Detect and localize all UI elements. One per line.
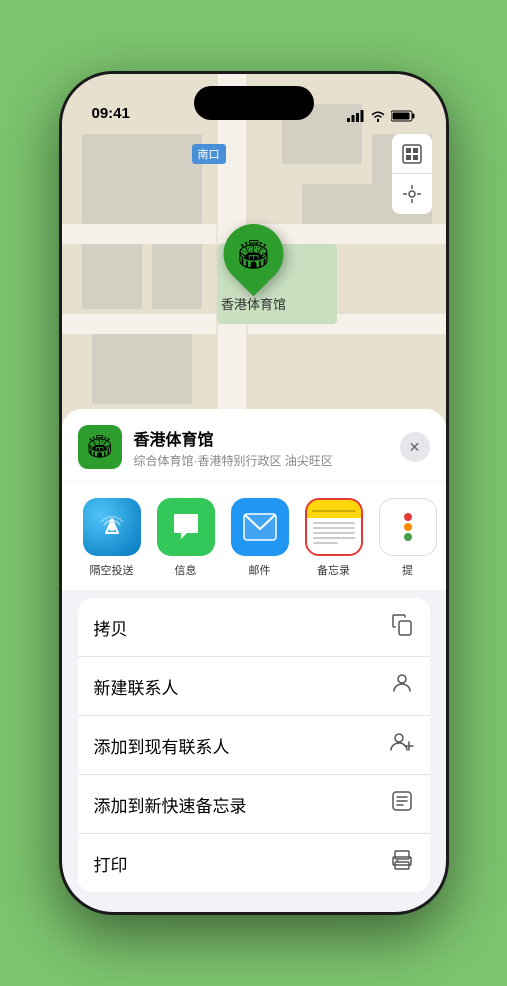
dynamic-island [194, 86, 314, 120]
person-icon [390, 671, 414, 701]
wifi-icon [370, 110, 386, 122]
app-item-messages[interactable]: 信息 [152, 498, 220, 578]
app-item-more[interactable]: 提 [374, 498, 442, 578]
stadium-pin: 🏟 香港体育馆 [221, 224, 286, 313]
more-label: 提 [402, 562, 413, 578]
map-layers-button[interactable] [392, 134, 432, 174]
map-location-button[interactable] [392, 174, 432, 214]
action-copy[interactable]: 拷贝 [78, 598, 430, 657]
action-copy-label: 拷贝 [94, 615, 128, 640]
location-info: 香港体育馆 综合体育馆·香港特别行政区 油尖旺区 [134, 426, 400, 469]
person-add-icon [388, 730, 414, 760]
app-item-airdrop[interactable]: 隔空投送 [78, 498, 146, 578]
more-icon [379, 498, 437, 556]
mail-icon [231, 498, 289, 556]
location-subtitle: 综合体育馆·香港特别行政区 油尖旺区 [134, 452, 400, 469]
action-add-contact-label: 添加到现有联系人 [94, 733, 230, 758]
pin-icon: 🏟 [211, 212, 296, 297]
action-new-contact[interactable]: 新建联系人 [78, 657, 430, 716]
location-header: 🏟 香港体育馆 综合体育馆·香港特别行政区 油尖旺区 ✕ [62, 409, 446, 481]
action-quick-note-label: 添加到新快速备忘录 [94, 792, 247, 817]
note-icon [390, 789, 414, 819]
airdrop-icon [83, 498, 141, 556]
apps-row: 隔空投送 信息 [62, 482, 446, 590]
action-add-contact[interactable]: 添加到现有联系人 [78, 716, 430, 775]
airdrop-label: 隔空投送 [90, 562, 134, 578]
battery-icon [391, 110, 416, 122]
status-time: 09:41 [92, 105, 130, 122]
print-icon [390, 848, 414, 878]
notes-icon [305, 498, 363, 556]
app-item-mail[interactable]: 邮件 [226, 498, 294, 578]
pin-emoji: 🏟 [236, 238, 272, 271]
signal-icon [347, 110, 365, 122]
phone-frame: 09:41 [59, 71, 449, 915]
messages-label: 信息 [175, 562, 197, 578]
action-list: 拷贝 新建联系人 [78, 598, 430, 892]
close-button[interactable]: ✕ [400, 432, 430, 462]
action-print[interactable]: 打印 [78, 834, 430, 892]
map-label: 南口 [192, 144, 226, 164]
location-icon: 🏟 [78, 425, 122, 469]
notes-label: 备忘录 [317, 562, 350, 578]
app-item-notes[interactable]: 备忘录 [300, 498, 368, 578]
copy-icon [390, 612, 414, 642]
action-quick-note[interactable]: 添加到新快速备忘录 [78, 775, 430, 834]
map-controls[interactable] [392, 134, 432, 214]
pin-label: 香港体育馆 [221, 294, 286, 313]
messages-icon [157, 498, 215, 556]
action-print-label: 打印 [94, 851, 128, 876]
action-new-contact-label: 新建联系人 [94, 674, 179, 699]
phone-screen: 09:41 [62, 74, 446, 912]
map-label-text: 南口 [198, 149, 220, 161]
location-name: 香港体育馆 [134, 426, 400, 450]
mail-label: 邮件 [249, 562, 271, 578]
status-icons [347, 110, 416, 122]
share-sheet: 🏟 香港体育馆 综合体育馆·香港特别行政区 油尖旺区 ✕ [62, 409, 446, 912]
